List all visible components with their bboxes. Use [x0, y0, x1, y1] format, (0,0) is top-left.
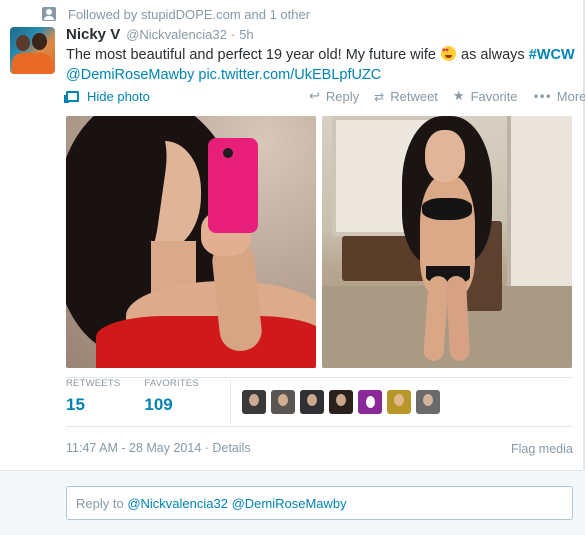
tweet-text-part2: as always: [456, 47, 529, 63]
follow-context: Followed by stupidDOPE.com and 1 other: [42, 6, 310, 22]
star-icon: ★: [452, 89, 465, 104]
mention-link[interactable]: @DemiRoseMawby: [66, 67, 194, 83]
reply-mention-2: @DemiRoseMawby: [231, 496, 347, 511]
follow-context-text[interactable]: Followed by stupidDOPE.com and 1 other: [68, 7, 310, 22]
reply-mention-1: @Nickvalencia32: [127, 496, 228, 511]
favorites-count: 109: [144, 395, 173, 414]
reply-icon: ↩: [309, 89, 320, 104]
reply-label: Reply: [325, 89, 360, 104]
reply-prefix: Reply to: [76, 496, 128, 511]
stats-separator: [230, 380, 231, 424]
details-separator: ·: [201, 441, 213, 455]
favoriter-avatar[interactable]: [387, 390, 411, 414]
author-screenname[interactable]: @Nickvalencia32: [126, 27, 227, 42]
favoriter-avatar[interactable]: [329, 390, 353, 414]
retweets-stat[interactable]: RETWEETS 15: [66, 378, 120, 426]
photo-icon: [64, 91, 79, 103]
retweet-icon: ⇄: [374, 89, 385, 104]
tweet-actions: ↩ Reply ⇄ Retweet ★ Favorite ••• More: [309, 89, 585, 104]
favorite-button[interactable]: ★ Favorite: [453, 89, 518, 104]
tweet-stats: RETWEETS 15 FAVORITES 109: [66, 378, 223, 426]
retweets-count: 15: [66, 395, 85, 414]
details-link[interactable]: Details: [212, 441, 250, 455]
favoriter-avatar[interactable]: [416, 390, 440, 414]
favoriter-avatar[interactable]: [358, 390, 382, 414]
pic-link[interactable]: pic.twitter.com/UkEBLpfUZC: [198, 67, 381, 83]
photo-right[interactable]: [322, 116, 572, 368]
tweet-timestamp: 11:47 AM - 28 May 2014 · Details: [66, 441, 251, 455]
favoriter-avatars: [242, 390, 445, 414]
flag-media-link[interactable]: Flag media: [511, 442, 573, 456]
time-separator: ·: [230, 27, 236, 42]
author-fullname[interactable]: Nicky V: [66, 26, 120, 43]
photo-left[interactable]: [66, 116, 316, 368]
tweet-card: Followed by stupidDOPE.com and 1 other N…: [0, 0, 585, 535]
tweet-time[interactable]: 5h: [239, 27, 253, 42]
hashtag-link[interactable]: #WCW: [529, 47, 575, 63]
heart-eyes-emoji-icon: [440, 46, 456, 61]
reply-button[interactable]: ↩ Reply: [309, 89, 359, 104]
tweet-header: Nicky V @Nickvalencia32 · 5h: [66, 26, 254, 43]
hide-photo-button[interactable]: Hide photo: [64, 89, 150, 104]
reply-input[interactable]: Reply to @Nickvalencia32 @DemiRoseMawby: [66, 486, 573, 520]
divider-bottom: [66, 426, 573, 427]
more-button[interactable]: ••• More: [533, 89, 585, 104]
tweet-text: The most beautiful and perfect 19 year o…: [66, 45, 576, 85]
favoriter-avatar[interactable]: [300, 390, 324, 414]
favoriter-avatar[interactable]: [271, 390, 295, 414]
favorites-label: FAVORITES: [144, 378, 199, 389]
timestamp-text[interactable]: 11:47 AM - 28 May 2014: [66, 441, 201, 455]
retweet-button[interactable]: ⇄ Retweet: [374, 89, 438, 104]
tweet-text-part1: The most beautiful and perfect 19 year o…: [66, 47, 440, 63]
avatar[interactable]: [10, 27, 55, 74]
retweets-label: RETWEETS: [66, 378, 121, 389]
more-dots-icon: •••: [532, 89, 552, 104]
favorites-stat[interactable]: FAVORITES 109: [144, 378, 198, 426]
follow-person-icon: [42, 7, 56, 21]
hide-photo-label: Hide photo: [87, 89, 150, 104]
more-label: More: [556, 89, 585, 104]
favorite-label: Favorite: [470, 89, 518, 104]
retweet-label: Retweet: [390, 89, 438, 104]
favoriter-avatar[interactable]: [242, 390, 266, 414]
